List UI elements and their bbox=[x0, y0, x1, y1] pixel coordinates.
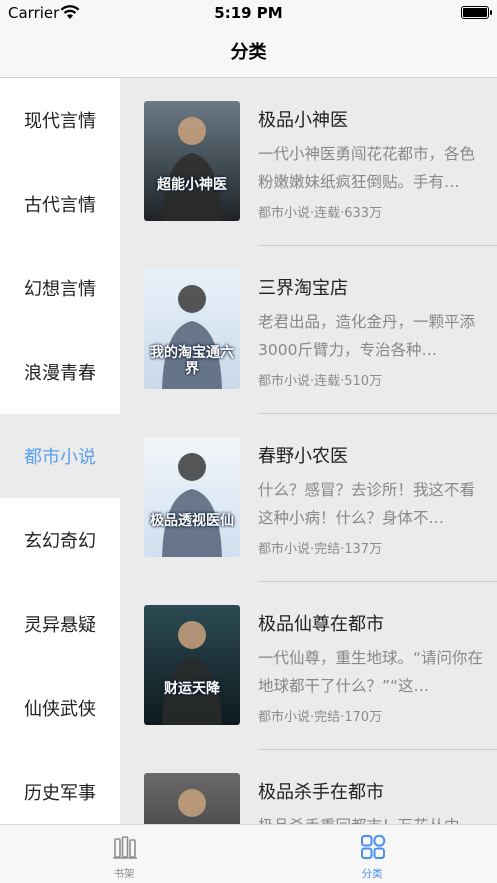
tab-category-label: 分类 bbox=[361, 868, 383, 880]
battery-icon bbox=[461, 6, 492, 19]
book-cover: 我的淘宝通六界 bbox=[144, 269, 240, 389]
book-title: 春野小农医 bbox=[258, 446, 348, 467]
page-title: 分类 bbox=[230, 42, 267, 63]
book-meta: 都市小说·连载·633万 bbox=[258, 206, 383, 221]
book-list[interactable]: 超能小神医 极品小神医一代小神医勇闯花花都市，各色粉嫩嫩妹纸疯狂倒贴。手有… 都市小… bbox=[120, 78, 497, 824]
tab-category[interactable]: 分类 bbox=[322, 825, 422, 883]
category-item[interactable]: 古代言情 bbox=[0, 162, 120, 246]
category-item[interactable]: 历史军事 bbox=[0, 750, 120, 824]
category-item[interactable]: 都市小说 bbox=[0, 414, 120, 498]
book-cover-title: 财运天降 bbox=[164, 681, 220, 697]
tab-bookshelf[interactable]: 书架 bbox=[74, 825, 174, 883]
book-title: 极品杀手在都市 bbox=[258, 782, 384, 803]
category-item[interactable]: 浪漫青春 bbox=[0, 330, 120, 414]
category-item[interactable]: 幻想言情 bbox=[0, 246, 120, 330]
book-cover-title: 超能小神医 bbox=[157, 177, 227, 193]
status-time: 5:19 PM bbox=[214, 4, 283, 22]
book-meta: 都市小说·完结·137万 bbox=[258, 542, 383, 557]
book-cover: 财运天降 bbox=[144, 605, 240, 725]
tab-bookshelf-label: 书架 bbox=[113, 868, 135, 880]
bookshelf-icon bbox=[113, 836, 137, 859]
category-item[interactable]: 玄幻奇幻 bbox=[0, 498, 120, 582]
category-item[interactable]: 仙侠武侠 bbox=[0, 666, 120, 750]
book-item[interactable]: 极品透视医仙 春野小农医什么？感冒？去诊所！我这不看这种小病！什么？身体不… 都市小… bbox=[120, 414, 497, 582]
book-description: 什么？感冒？去诊所！我这不看这种小病！什么？身体不… bbox=[258, 481, 476, 527]
book-description: 一代仙尊，重生地球。“请问你在地球都干了什么？”“这… bbox=[258, 649, 484, 695]
status-bar: Carrier 5:19 PM bbox=[0, 0, 497, 26]
tab-bar: 书架 分类 bbox=[0, 824, 497, 883]
book-meta: 都市小说·连载·510万 bbox=[258, 374, 383, 389]
book-meta: 都市小说·完结·170万 bbox=[258, 710, 383, 725]
book-cover bbox=[144, 773, 240, 824]
category-grid-icon bbox=[361, 834, 386, 859]
category-item[interactable]: 现代言情 bbox=[0, 78, 120, 162]
book-title: 三界淘宝店 bbox=[258, 278, 348, 299]
category-item[interactable]: 灵异悬疑 bbox=[0, 582, 120, 666]
nav-bar: 分类 bbox=[0, 26, 497, 78]
book-description: 一代小神医勇闯花花都市，各色粉嫩嫩妹纸疯狂倒贴。手有… bbox=[258, 145, 476, 191]
book-item[interactable]: 超能小神医 极品小神医一代小神医勇闯花花都市，各色粉嫩嫩妹纸疯狂倒贴。手有… 都市小… bbox=[120, 78, 497, 246]
book-cover: 极品透视医仙 bbox=[144, 437, 240, 557]
category-sidebar[interactable]: 现代言情 古代言情 幻想言情 浪漫青春 都市小说 玄幻奇幻 灵异悬疑 仙侠武侠 历史军事 bbox=[0, 78, 120, 824]
book-description: 极品杀手重回都市！万花丛中… bbox=[258, 812, 484, 824]
book-item[interactable]: 我的淘宝通六界 三界淘宝店老君出品，造化金丹，一颗平添3000斤臂力，专治各种… 都… bbox=[120, 246, 497, 414]
book-description: 老君出品，造化金丹，一颗平添3000斤臂力，专治各种… bbox=[258, 313, 476, 359]
book-cover: 超能小神医 bbox=[144, 101, 240, 221]
book-title: 极品小神医 bbox=[258, 110, 348, 131]
book-cover-title: 我的淘宝通六界 bbox=[150, 345, 234, 377]
book-title: 极品仙尊在都市 bbox=[258, 614, 384, 635]
book-item[interactable]: 极品杀手在都市极品杀手重回都市！万花丛中… bbox=[120, 750, 497, 824]
book-cover-title: 极品透视医仙 bbox=[150, 513, 234, 529]
book-item[interactable]: 财运天降 极品仙尊在都市一代仙尊，重生地球。“请问你在地球都干了什么？”“这… 都市… bbox=[120, 582, 497, 750]
